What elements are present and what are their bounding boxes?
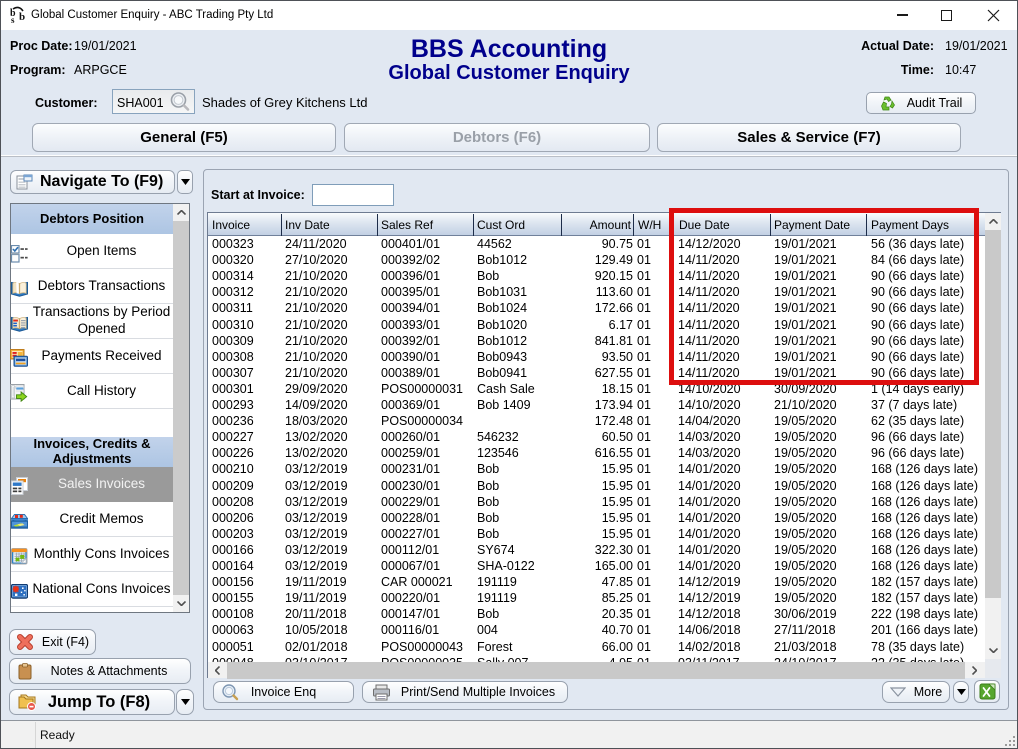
svg-text:s: s: [11, 15, 15, 24]
svg-text:b: b: [19, 11, 25, 23]
